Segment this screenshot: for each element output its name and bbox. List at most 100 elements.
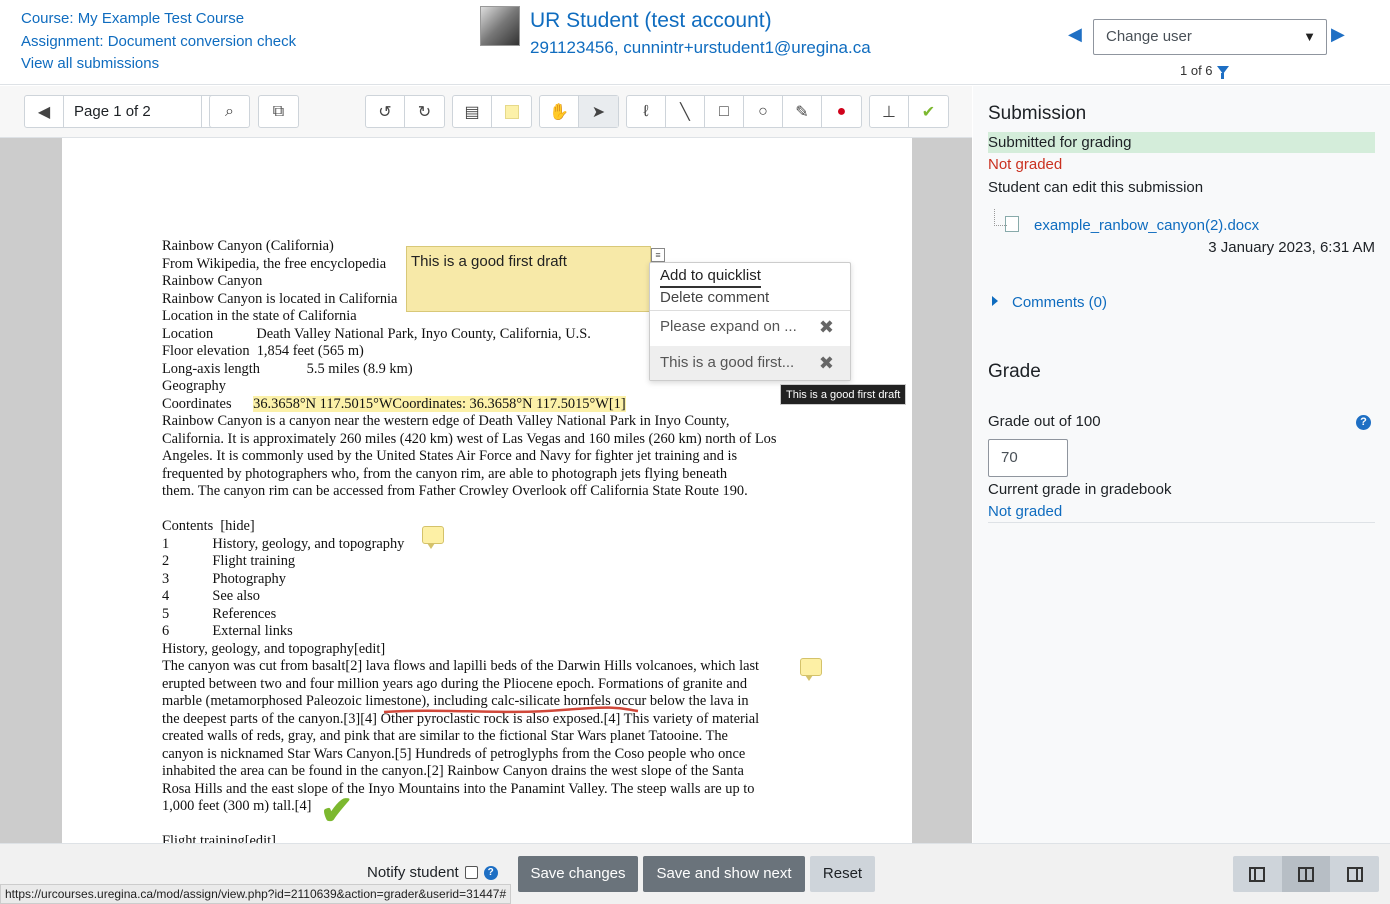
change-user-select[interactable]: Change user ▼ [1093,19,1327,55]
grading-status: Not graded [988,156,1063,173]
expand-icon[interactable]: ⧉ [259,96,298,127]
highlighter-icon[interactable]: ✎ [783,96,822,127]
add-to-quicklist-item[interactable]: Add to quicklist [660,266,761,288]
pen-icon[interactable]: ℓ [627,96,666,127]
submission-file-link[interactable]: example_ranbow_canyon(2).docx [1034,217,1259,234]
pager-count: 1 of 6 [1180,63,1213,78]
grade-heading: Grade [988,361,1041,382]
comment-tools: ▤ [452,95,532,128]
document-line: Coordinates 36.3658°N 117.5015°WCoordina… [162,395,626,412]
stamp-check-icon[interactable]: ✔ [909,96,948,127]
expand-group: ⧉ [258,95,299,128]
drawing-tools: ℓ ╲ □ ○ ✎ ● [626,95,862,128]
previous-user-icon[interactable]: ◀ [1068,24,1082,45]
document-line: 5 References [162,605,277,622]
comment-note-icon[interactable] [422,526,444,549]
document-line: California. It is approximately 260 mile… [162,430,777,447]
comment-text[interactable]: This is a good first draft [411,253,567,270]
quicklist-item-label: This is a good first... [660,354,795,371]
strike-annotation[interactable] [382,706,640,716]
document-line: 4 See also [162,588,260,604]
document-line: inhabited the area can be found in the c… [162,763,744,779]
stamp-icon[interactable]: ⊥ [870,96,909,127]
chevron-down-icon: ▼ [1303,29,1316,44]
quicklist-item[interactable]: Please expand on ... ✖ [650,310,850,344]
comment-box[interactable]: This is a good first draft [406,246,651,312]
oval-icon[interactable]: ○ [744,96,783,127]
quicklist-item-label: Please expand on ... [660,318,797,335]
previous-page-icon[interactable]: ◀ [25,96,64,127]
comment-note-icon[interactable] [800,658,822,681]
document-line: 3 Photography [162,570,286,587]
comment-menu: Add to quicklist Delete comment Please e… [649,262,851,381]
document-line: erupted between two and four million yea… [162,675,748,692]
rotate-group: ↺ ↻ [365,95,445,128]
highlight-annotation[interactable]: 36.3658°N 117.5015°WCoordinates: 36.3658… [253,395,626,412]
assignment-link[interactable]: Assignment: Document conversion check [21,31,296,54]
submission-date: 3 January 2023, 6:31 AM [1208,239,1375,256]
course-link[interactable]: Course: My Example Test Course [21,8,296,31]
reset-button[interactable]: Reset [810,856,875,892]
submission-heading: Submission [988,103,1087,124]
notify-student-checkbox[interactable] [464,866,478,879]
comment-menu-icon[interactable]: ≡ [651,248,665,262]
close-icon[interactable]: ✖ [819,346,834,380]
gradebook-value-link[interactable]: Not graded [988,503,1062,520]
document-line: them. The canyon rim can be accessed fro… [162,483,748,499]
document-line: created walls of reds, gray, and pink th… [162,728,728,744]
annotation-pane: ◀ Page 1 of 2 ▶ ⌕ ⧉ ↺ ↻ ▤ ✋ ➤ ℓ ╲ □ ○ ✎ … [0,86,972,843]
rotate-left-icon[interactable]: ↺ [366,96,405,127]
rectangle-icon[interactable]: □ [705,96,744,127]
document-line: Rainbow Canyon is a canyon near the west… [162,413,730,429]
grade-input[interactable]: 70 [988,439,1068,477]
caret-right-icon[interactable] [992,296,998,306]
document-line: The canyon was cut from basalt[2] lava f… [162,658,760,674]
document-line: Contents [hide] [162,518,255,534]
user-name-link[interactable]: UR Student (test account) [530,7,871,34]
search-comments-icon[interactable]: ⌕ [210,96,249,127]
comment-color-icon[interactable] [492,96,531,127]
pan-select-tools: ✋ ➤ [539,95,619,128]
submission-status: Submitted for grading [988,132,1375,153]
stamp-tools: ⊥ ✔ [869,95,949,128]
user-pager: 1 of 6 [1180,63,1229,79]
page-select[interactable]: Page 1 of 2 [64,96,202,127]
default-layout-icon[interactable] [1281,856,1331,892]
user-meta: 291123456, cunnintr+urstudent1@uregina.c… [530,38,871,57]
document-file-icon [994,209,1019,232]
change-user-label: Change user [1106,28,1192,45]
help-icon[interactable]: ? [483,865,498,880]
document-line: 6 External links [162,623,293,639]
comment-icon[interactable]: ▤ [453,96,492,127]
yellow-swatch [504,104,519,119]
document-line: History, geology, and topography[edit] [162,640,386,657]
collapse-review-panel-icon[interactable] [1330,856,1379,892]
next-user-icon[interactable]: ▶ [1331,24,1345,45]
comments-toggle[interactable]: Comments (0) [1012,294,1107,311]
rotate-right-icon[interactable]: ↻ [405,96,444,127]
document-line: 1 History, geology, and topography [162,535,405,552]
save-and-show-next-button[interactable]: Save and show next [643,856,805,892]
document-page[interactable]: Rainbow Canyon (California) From Wikipedi… [62,138,912,843]
close-icon[interactable]: ✖ [819,310,834,344]
grade-label: Grade out of 100 [988,413,1101,430]
tooltip: This is a good first draft [780,384,907,405]
document-viewer[interactable]: Rainbow Canyon (California) From Wikipedi… [0,138,972,843]
pan-hand-icon[interactable]: ✋ [540,96,579,127]
filter-icon[interactable] [1216,66,1229,79]
color-drop-icon[interactable]: ● [822,96,861,127]
user-avatar[interactable] [480,6,520,46]
document-line: Rosa Hills and the east slope of the Iny… [162,780,755,797]
annotation-toolbar: ◀ Page 1 of 2 ▶ ⌕ ⧉ ↺ ↻ ▤ ✋ ➤ ℓ ╲ □ ○ ✎ … [0,86,972,138]
grade-panel: Submission Submitted for grading Not gra… [973,86,1390,843]
view-all-submissions-link[interactable]: View all submissions [21,53,296,76]
quicklist-item[interactable]: This is a good first... ✖ [650,346,850,380]
line-icon[interactable]: ╲ [666,96,705,127]
save-changes-button[interactable]: Save changes [518,856,638,892]
check-stamp-icon[interactable]: ✔ [320,788,354,834]
collapse-grade-panel-icon[interactable] [1233,856,1282,892]
select-pointer-icon[interactable]: ➤ [579,96,618,127]
help-icon[interactable]: ? [1356,415,1371,430]
divider [988,522,1375,523]
delete-comment-item[interactable]: Delete comment [660,288,769,308]
